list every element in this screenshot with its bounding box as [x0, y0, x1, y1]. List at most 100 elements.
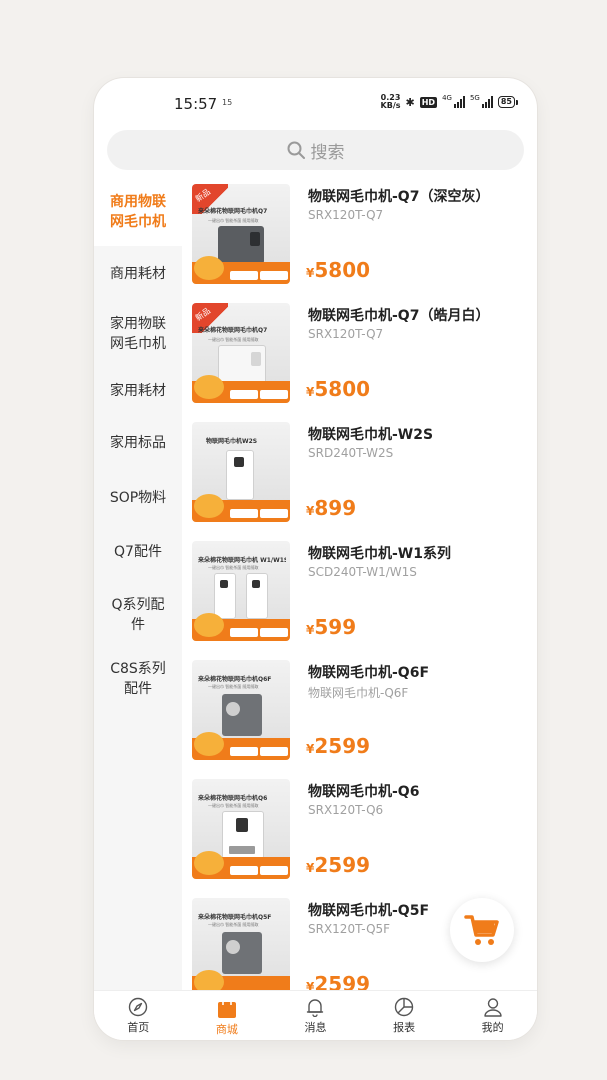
image-title: 来朵棉花物联网毛巾机Q6F [198, 676, 272, 683]
product-image: 来朵棉花物联网毛巾机Q6F 一键出巾 智能杀菌 随用随取 [192, 660, 290, 760]
image-badge [194, 256, 224, 280]
search-bar[interactable]: 搜索 [107, 130, 524, 170]
image-subtitle: 一键出巾 智能杀菌 随用随取 [208, 803, 259, 808]
sidebar-item-q-series-parts[interactable]: Q系列配 件 [94, 579, 182, 651]
product-code: SRD240T-W2S [308, 446, 394, 460]
tab-mall[interactable]: 商城 [183, 991, 272, 1040]
product-code: SRX120T-Q7 [308, 327, 384, 341]
image-chip [230, 628, 258, 637]
network-speed: 0.23 KB/s [381, 94, 401, 110]
product-price: ¥2599 [306, 972, 371, 990]
product-name: 物联网毛巾机-Q6 [308, 784, 420, 800]
tab-label: 商城 [215, 1023, 238, 1036]
product-image: 来朵棉花物联网毛巾机 W1/W1S 一键出巾 智能杀菌 随用随取 [192, 541, 290, 641]
machine-illustration [218, 226, 264, 264]
tab-messages[interactable]: 消息 [271, 991, 360, 1040]
image-chip [260, 628, 288, 637]
product-code: SRX120T-Q5F [308, 922, 391, 936]
product-card[interactable]: 新品 来朵棉花物联网毛巾机Q7 一键出巾 智能杀菌 随用随取 物联网毛巾机-Q7… [182, 178, 537, 296]
tab-reports[interactable]: 报表 [360, 991, 449, 1040]
product-price: ¥599 [306, 615, 357, 639]
pie-chart-icon [394, 997, 414, 1017]
image-subtitle: 一键出巾 智能杀菌 随用随取 [208, 337, 259, 342]
image-chip [260, 747, 288, 756]
product-name: 物联网毛巾机-Q7（深空灰） [308, 189, 490, 205]
product-code: SCD240T-W1/W1S [308, 565, 417, 579]
image-chip [230, 390, 258, 399]
image-chip [230, 509, 258, 518]
image-badge [194, 494, 224, 518]
image-badge [194, 732, 224, 756]
cart-button[interactable] [450, 898, 514, 962]
network-label-1: 4G [442, 94, 452, 102]
network-speed-unit: KB/s [380, 101, 401, 110]
sidebar-item-sop-materials[interactable]: SOP物料 [94, 471, 182, 525]
image-badge [194, 851, 224, 875]
shopping-bag-icon [217, 997, 236, 1018]
tab-label: 我的 [481, 1021, 504, 1034]
machine-illustration [226, 450, 254, 500]
image-title: 来朵棉花物联网毛巾机Q5F [198, 914, 272, 921]
product-name: 物联网毛巾机-Q7（皓月白） [308, 308, 490, 324]
product-price: ¥5800 [306, 258, 371, 282]
network-label-2: 5G [469, 94, 480, 102]
image-subtitle: 一键出巾 智能杀菌 随用随取 [208, 565, 259, 570]
product-card[interactable]: 来朵棉花物联网毛巾机Q6F 一键出巾 智能杀菌 随用随取 物联网毛巾机-Q6F … [182, 654, 537, 772]
product-card[interactable]: 新品 来朵棉花物联网毛巾机Q7 一键出巾 智能杀菌 随用随取 物联网毛巾机-Q7… [182, 297, 537, 415]
product-card[interactable]: 物联网毛巾机W2S 物联网毛巾机-W2S SRD240T-W2S ¥899 [182, 416, 537, 534]
bottom-tab-bar: 首页 商城 消息 报表 我的 [94, 990, 537, 1040]
product-code: SRX120T-Q7 [308, 208, 384, 222]
product-price: ¥2599 [306, 853, 371, 877]
product-list: 新品 来朵棉花物联网毛巾机Q7 一键出巾 智能杀菌 随用随取 物联网毛巾机-Q7… [182, 178, 537, 990]
image-badge [194, 613, 224, 637]
image-chip [230, 866, 258, 875]
bell-icon [307, 999, 324, 1017]
sidebar-item-home-machine[interactable]: 家用物联 网毛巾机 [94, 301, 182, 367]
product-image: 来朵棉花物联网毛巾机Q5F 一键出巾 智能杀菌 随用随取 [192, 898, 290, 990]
tab-label: 报表 [393, 1021, 416, 1034]
image-badge [194, 375, 224, 399]
image-chip [230, 747, 258, 756]
product-image: 来朵棉花物联网毛巾机Q6 一键出巾 智能杀菌 随用随取 [192, 779, 290, 879]
image-title: 物联网毛巾机W2S [206, 438, 258, 445]
sidebar-item-c8s-parts[interactable]: C8S系列 配件 [94, 651, 182, 707]
product-name: 物联网毛巾机-Q5F [308, 903, 430, 919]
search-placeholder: 搜索 [310, 142, 345, 163]
product-name: 物联网毛巾机-W2S [308, 427, 434, 443]
product-code: 物联网毛巾机-Q6F [308, 686, 409, 700]
machine-illustration [246, 573, 268, 619]
product-image: 物联网毛巾机W2S [192, 422, 290, 522]
product-image: 新品 来朵棉花物联网毛巾机Q7 一键出巾 智能杀菌 随用随取 [192, 184, 290, 284]
image-title: 来朵棉花物联网毛巾机 W1/W1S [198, 557, 286, 564]
signal-icon [481, 96, 493, 108]
tab-label: 消息 [304, 1021, 327, 1034]
tab-label: 首页 [127, 1021, 150, 1034]
notification-indicator: 15 [222, 98, 233, 107]
product-price: ¥899 [306, 496, 357, 520]
product-card[interactable]: 来朵棉花物联网毛巾机Q6 一键出巾 智能杀菌 随用随取 物联网毛巾机-Q6 SR… [182, 773, 537, 891]
image-subtitle: 一键出巾 智能杀菌 随用随取 [208, 922, 259, 927]
category-sidebar: 商用物联 网毛巾机 商用耗材 家用物联 网毛巾机 家用耗材 家用标品 SOP物料… [94, 178, 182, 990]
machine-illustration [222, 811, 264, 859]
sidebar-item-q7-parts[interactable]: Q7配件 [94, 525, 182, 579]
image-chip [230, 271, 258, 280]
sidebar-item-home-consumables[interactable]: 家用耗材 [94, 367, 182, 415]
battery-icon: 85 [497, 96, 519, 108]
hd-badge: HD [419, 96, 438, 108]
sidebar-item-commercial-machine[interactable]: 商用物联 网毛巾机 [94, 178, 182, 246]
product-card[interactable]: 来朵棉花物联网毛巾机 W1/W1S 一键出巾 智能杀菌 随用随取 物联网毛巾机-… [182, 535, 537, 653]
product-image: 新品 来朵棉花物联网毛巾机Q7 一键出巾 智能杀菌 随用随取 [192, 303, 290, 403]
status-time: 15:57 [174, 95, 218, 113]
machine-illustration [218, 345, 266, 385]
tab-home[interactable]: 首页 [94, 991, 183, 1040]
image-chip [260, 866, 288, 875]
product-name: 物联网毛巾机-W1系列 [308, 546, 451, 562]
cart-icon [464, 915, 499, 945]
image-subtitle: 一键出巾 智能杀菌 随用随取 [208, 684, 259, 689]
user-icon [483, 998, 502, 1017]
sidebar-item-home-standard[interactable]: 家用标品 [94, 415, 182, 471]
product-name: 物联网毛巾机-Q6F [308, 665, 430, 681]
tab-profile[interactable]: 我的 [448, 991, 537, 1040]
sidebar-item-commercial-consumables[interactable]: 商用耗材 [94, 246, 182, 301]
machine-illustration [214, 573, 236, 619]
